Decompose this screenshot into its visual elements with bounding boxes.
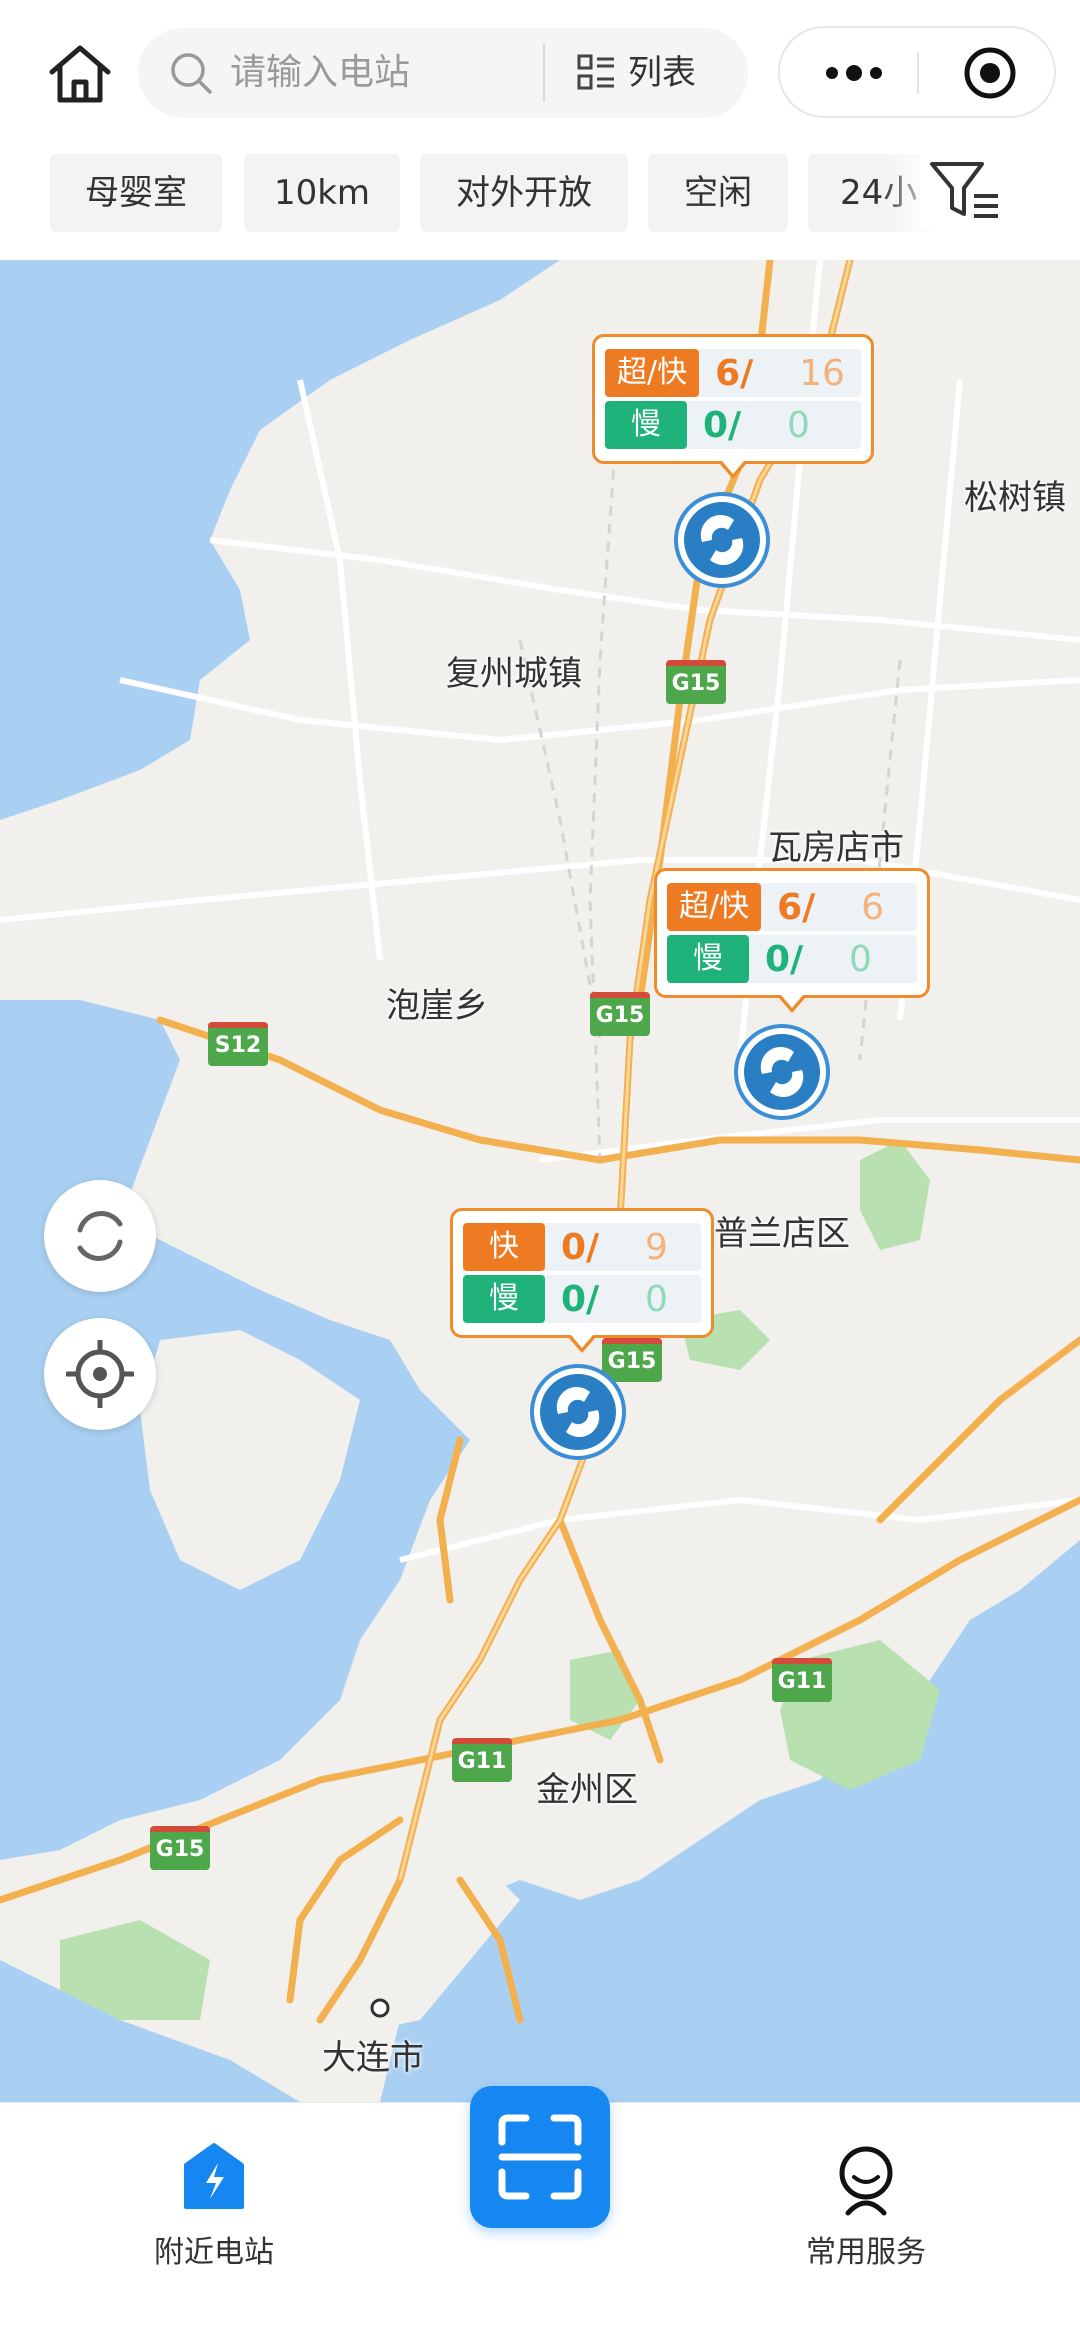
advanced-filter-button[interactable] xyxy=(920,150,1020,230)
nav-services-label: 常用服务 xyxy=(806,2235,926,2270)
capsule-divider xyxy=(917,52,919,94)
road-shield-g15: G15 xyxy=(150,1826,210,1870)
search-divider xyxy=(543,44,545,102)
slow-available-count: 0/ xyxy=(765,938,804,980)
filter-chip-public[interactable]: 对外开放 xyxy=(420,154,628,232)
miniprogram-capsule xyxy=(778,26,1056,118)
road-shield-s12: S12 xyxy=(208,1022,268,1066)
station-callout[interactable]: 快 0/ 9 慢 0/ 0 xyxy=(450,1208,714,1353)
fast-charger-tag: 快 xyxy=(463,1223,545,1271)
filter-chip-idle[interactable]: 空闲 xyxy=(648,154,788,232)
slow-charger-tag: 慢 xyxy=(463,1275,545,1323)
slow-charger-tag: 慢 xyxy=(667,935,749,983)
filter-bar: 母婴室 10km 对外开放 空闲 24小时 xyxy=(0,140,1080,260)
station-marker-icon[interactable] xyxy=(528,1362,628,1462)
slow-total-count: 0 xyxy=(645,1278,668,1320)
slow-charger-row: 慢 0/ 0 xyxy=(667,935,918,983)
slow-charger-row: 慢 0/ 0 xyxy=(605,401,861,449)
road-shield-g11: G11 xyxy=(772,1658,832,1702)
slow-available-count: 0/ xyxy=(561,1278,600,1320)
locate-me-button[interactable] xyxy=(44,1318,156,1430)
top-bar: 请输入电站 列表 xyxy=(0,0,1080,140)
place-label-wafangdian: 瓦房店市 xyxy=(768,828,904,868)
more-button[interactable] xyxy=(804,44,904,102)
place-label-jinzhou: 金州区 xyxy=(536,1770,638,1810)
fast-charger-row: 快 0/ 9 xyxy=(463,1223,701,1271)
slow-total-count: 0 xyxy=(787,404,810,446)
customer-service-icon xyxy=(839,2146,893,2216)
more-dots-icon xyxy=(826,65,882,81)
refresh-button[interactable] xyxy=(44,1180,156,1292)
filter-chip-10km[interactable]: 10km xyxy=(244,154,400,232)
road-shield-g15: G15 xyxy=(590,992,650,1036)
slow-available-count: 0/ xyxy=(703,404,742,446)
scan-icon xyxy=(498,2114,582,2200)
filter-funnel-icon xyxy=(930,162,998,218)
fast-total-count: 9 xyxy=(645,1226,668,1268)
slow-charger-row: 慢 0/ 0 xyxy=(463,1275,701,1323)
list-icon xyxy=(577,54,614,90)
home-icon xyxy=(49,45,111,103)
refresh-icon xyxy=(77,1211,123,1261)
search-input[interactable]: 请输入电站 xyxy=(230,50,410,96)
nav-common-services[interactable]: 常用服务 xyxy=(766,2139,966,2279)
fast-available-count: 6/ xyxy=(777,886,816,928)
scan-qr-button[interactable] xyxy=(470,2086,610,2228)
slow-charger-tag: 慢 xyxy=(605,401,687,449)
map-view[interactable]: 松树镇 复州城镇 瓦房店市 泡崖乡 普兰店区 金州区 大连市 G15 G15 S… xyxy=(0,260,1080,2102)
station-callout[interactable]: 超/快 6/ 16 慢 0/ 0 xyxy=(592,334,874,479)
fast-charger-row: 超/快 6/ 6 xyxy=(667,883,918,931)
road-shield-g11: G11 xyxy=(452,1738,512,1782)
fast-charger-tag: 超/快 xyxy=(667,883,762,931)
fast-available-count: 6/ xyxy=(715,352,754,394)
close-miniprogram-button[interactable] xyxy=(940,44,1040,102)
charging-station-icon xyxy=(184,2143,244,2209)
list-view-label: 列表 xyxy=(628,53,696,93)
station-callout[interactable]: 超/快 6/ 6 慢 0/ 0 xyxy=(654,868,931,1013)
road-shield-g15: G15 xyxy=(666,660,726,704)
list-view-button[interactable]: 列表 xyxy=(568,42,728,104)
crosshair-icon xyxy=(66,1340,134,1408)
slow-total-count: 0 xyxy=(849,938,872,980)
place-label-paoya: 泡崖乡 xyxy=(386,986,488,1026)
place-label-fuzhoucheng: 复州城镇 xyxy=(446,654,582,694)
station-marker-icon[interactable] xyxy=(672,490,772,590)
fast-charger-tag: 超/快 xyxy=(605,349,700,397)
target-circle-icon xyxy=(964,47,1016,99)
nav-nearby-label: 附近电站 xyxy=(154,2235,274,2270)
nav-nearby-stations[interactable]: 附近电站 xyxy=(114,2139,314,2279)
search-icon xyxy=(171,53,212,94)
fast-total-count: 6 xyxy=(861,886,885,928)
place-label-pulandian: 普兰店区 xyxy=(714,1214,850,1254)
place-label-dalian: 大连市 xyxy=(322,2038,424,2078)
filter-chip-mother-baby-room[interactable]: 母婴室 xyxy=(50,154,222,232)
fast-charger-row: 超/快 6/ 16 xyxy=(605,349,861,397)
fast-total-count: 16 xyxy=(799,352,845,394)
search-bar[interactable]: 请输入电站 列表 xyxy=(138,28,748,118)
place-label-songshu: 松树镇 xyxy=(964,478,1066,518)
fast-available-count: 0/ xyxy=(561,1226,600,1268)
station-marker-icon[interactable] xyxy=(732,1022,832,1122)
home-button[interactable] xyxy=(40,38,120,108)
